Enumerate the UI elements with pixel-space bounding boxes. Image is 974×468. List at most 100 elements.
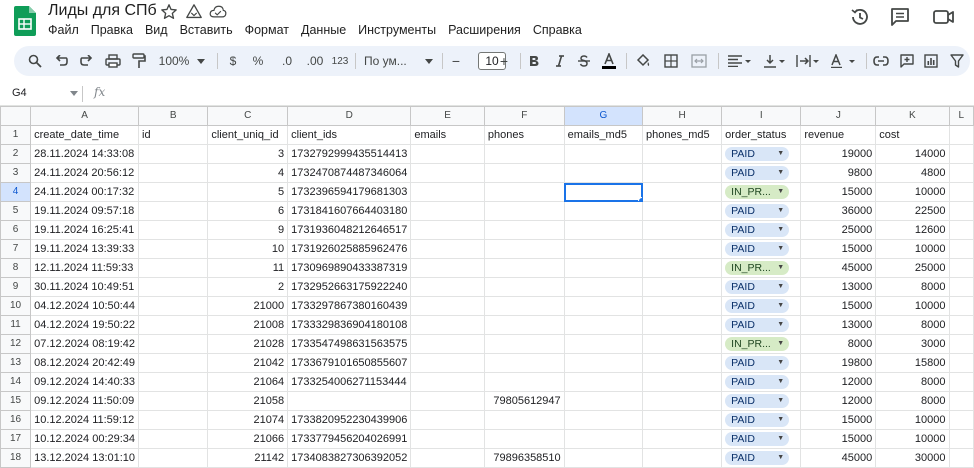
cost-cell[interactable]: 10000 (875, 239, 950, 259)
date-cell[interactable]: 08.12.2024 20:42:49 (30, 353, 140, 373)
percent-format-button[interactable]: % (250, 51, 266, 71)
emails-cell[interactable] (410, 296, 485, 316)
row-header[interactable]: 12 (0, 334, 32, 354)
phones-md5-cell[interactable] (642, 353, 723, 373)
column-header[interactable]: G (563, 106, 644, 126)
id-cell[interactable] (138, 448, 209, 468)
revenue-cell[interactable]: 45000 (800, 448, 877, 468)
phones-md5-cell[interactable] (642, 391, 723, 411)
phones-cell[interactable] (483, 315, 565, 335)
cost-cell[interactable]: 10000 (875, 410, 950, 430)
comments-icon[interactable] (889, 6, 911, 28)
emails-cell[interactable] (410, 315, 485, 335)
insert-link-button[interactable] (872, 51, 890, 71)
paint-format-button[interactable] (130, 51, 148, 71)
emails-cell[interactable] (410, 372, 485, 392)
emails-cell[interactable] (410, 163, 485, 183)
phones-md5-cell[interactable] (642, 334, 723, 354)
emails-cell[interactable] (410, 144, 485, 164)
revenue-cell[interactable]: 45000 (800, 258, 877, 278)
header-cell[interactable]: emails (410, 125, 485, 145)
id-cell[interactable] (138, 296, 209, 316)
phones-cell[interactable] (483, 144, 565, 164)
header-cell[interactable]: emails_md5 (563, 125, 644, 145)
status-dropdown-chip[interactable]: IN_PR... ▼ (725, 337, 790, 352)
row-header[interactable]: 13 (0, 353, 32, 373)
emails-md5-cell[interactable] (563, 201, 644, 221)
cost-cell[interactable]: 8000 (875, 315, 950, 335)
order-status-cell[interactable]: PAID ▼ (721, 144, 802, 164)
header-cell[interactable]: phones (483, 125, 565, 145)
phones-md5-cell[interactable] (642, 258, 723, 278)
client-uniq-id-cell[interactable]: 10 (207, 239, 289, 259)
chevron-down-icon[interactable] (70, 91, 78, 96)
emails-cell[interactable] (410, 429, 485, 449)
phones-md5-cell[interactable] (642, 201, 723, 221)
id-cell[interactable] (138, 163, 209, 183)
row-header[interactable]: 15 (0, 391, 32, 411)
emails-md5-cell[interactable] (563, 334, 644, 354)
order-status-cell[interactable]: IN_PR... ▼ (721, 182, 802, 202)
client-uniq-id-cell[interactable]: 6 (207, 201, 289, 221)
emails-cell[interactable] (410, 448, 485, 468)
client-uniq-id-cell[interactable]: 21142 (207, 448, 289, 468)
cost-cell[interactable]: 10000 (875, 296, 950, 316)
status-dropdown-chip[interactable]: PAID ▼ (725, 166, 790, 181)
select-all-corner[interactable] (0, 106, 32, 126)
date-cell[interactable]: 07.12.2024 08:19:42 (30, 334, 140, 354)
phones-cell[interactable] (483, 163, 565, 183)
header-cell[interactable]: phones_md5 (642, 125, 723, 145)
cell[interactable] (948, 353, 974, 373)
emails-md5-cell[interactable] (563, 220, 644, 240)
client-uniq-id-cell[interactable]: 21008 (207, 315, 289, 335)
cost-cell[interactable]: 8000 (875, 372, 950, 392)
column-header[interactable]: L (948, 106, 974, 126)
cost-cell[interactable]: 10000 (875, 182, 950, 202)
row-header[interactable]: 5 (0, 201, 32, 221)
emails-cell[interactable] (410, 391, 485, 411)
row-header[interactable]: 14 (0, 372, 32, 392)
revenue-cell[interactable]: 15000 (800, 182, 877, 202)
phones-md5-cell[interactable] (642, 144, 723, 164)
name-box[interactable]: G4 (12, 87, 27, 99)
client-uniq-id-cell[interactable]: 21064 (207, 372, 289, 392)
cell[interactable] (948, 163, 974, 183)
row-header[interactable]: 18 (0, 448, 32, 468)
emails-cell[interactable] (410, 182, 485, 202)
revenue-cell[interactable]: 15000 (800, 239, 877, 259)
status-dropdown-chip[interactable]: PAID ▼ (725, 413, 790, 428)
order-status-cell[interactable]: PAID ▼ (721, 277, 802, 297)
cost-cell[interactable]: 10000 (875, 429, 950, 449)
revenue-cell[interactable]: 19000 (800, 144, 877, 164)
revenue-cell[interactable]: 8000 (800, 334, 877, 354)
client-ids-cell[interactable]: 1733679101650855607 (287, 353, 412, 373)
phones-md5-cell[interactable] (642, 182, 723, 202)
cloud-saved-icon[interactable] (209, 3, 227, 21)
increase-decimal-button[interactable]: .00 (302, 51, 328, 71)
decrease-decimal-button[interactable]: .0 (276, 51, 298, 71)
phones-md5-cell[interactable] (642, 163, 723, 183)
status-dropdown-chip[interactable]: PAID ▼ (725, 318, 790, 333)
status-dropdown-chip[interactable]: IN_PR... ▼ (725, 261, 790, 276)
row-header[interactable]: 11 (0, 315, 32, 335)
cell[interactable] (948, 334, 974, 354)
date-cell[interactable]: 28.11.2024 14:33:08 (30, 144, 140, 164)
more-formats-button[interactable]: 123 (330, 51, 350, 71)
emails-md5-cell[interactable] (563, 258, 644, 278)
order-status-cell[interactable]: PAID ▼ (721, 163, 802, 183)
cell[interactable] (948, 448, 974, 468)
cell[interactable] (948, 258, 974, 278)
emails-cell[interactable] (410, 201, 485, 221)
phones-md5-cell[interactable] (642, 277, 723, 297)
zoom-dropdown-arrow[interactable] (196, 51, 206, 71)
cost-cell[interactable]: 12600 (875, 220, 950, 240)
menu-insert[interactable]: Вставить (174, 21, 239, 39)
column-header[interactable]: F (483, 106, 565, 126)
client-uniq-id-cell[interactable]: 21042 (207, 353, 289, 373)
emails-md5-cell[interactable] (563, 391, 644, 411)
order-status-cell[interactable]: PAID ▼ (721, 239, 802, 259)
client-ids-cell[interactable] (287, 391, 412, 411)
document-title[interactable]: Лиды для СПб (48, 2, 157, 20)
phones-cell[interactable]: 79896358510 (483, 448, 565, 468)
filter-button[interactable] (948, 51, 966, 71)
